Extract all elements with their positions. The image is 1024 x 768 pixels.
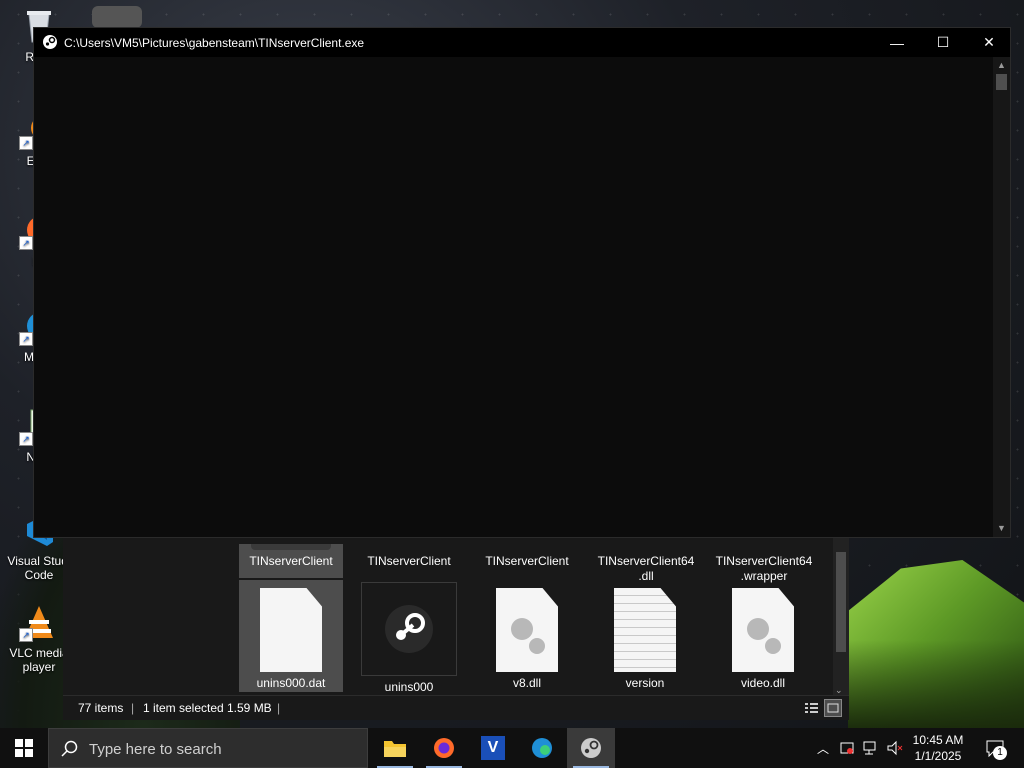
file-item-label: unins000 (384, 680, 434, 694)
status-separator: | (131, 701, 135, 715)
scroll-down-icon[interactable]: ▼ (993, 520, 1010, 537)
windows-logo-icon (15, 739, 33, 757)
veracrypt-icon: V (481, 736, 505, 760)
details-view-icon[interactable] (803, 700, 819, 716)
desktop-icon-partial[interactable] (92, 6, 142, 28)
search-placeholder: Type here to search (89, 741, 222, 758)
taskbar-app-file-explorer[interactable] (371, 728, 419, 768)
scroll-up-icon[interactable]: ▲ (993, 57, 1010, 74)
console-titlebar[interactable]: C:\Users\VM5\Pictures\gabensteam\TINserv… (34, 28, 1010, 57)
clock-time: 10:45 AM (912, 733, 964, 747)
file-item[interactable]: unins000 (357, 580, 461, 694)
firefox-icon (434, 738, 454, 758)
clock-date: 1/1/2025 (914, 749, 962, 763)
tray-app-icon[interactable] (836, 728, 858, 768)
file-item[interactable]: video.dll (711, 580, 815, 692)
close-button[interactable]: ✕ (966, 28, 1012, 57)
network-icon (863, 741, 876, 755)
console-title: C:\Users\VM5\Pictures\gabensteam\TINserv… (64, 36, 365, 50)
start-button[interactable] (0, 728, 48, 768)
explorer-scrollbar-thumb[interactable] (836, 552, 846, 652)
minimize-icon: — (890, 34, 904, 51)
taskbar-search-box[interactable]: Type here to search (48, 728, 368, 768)
file-item[interactable]: v8.dll (475, 580, 579, 692)
action-center-button[interactable]: 1 (980, 728, 1010, 768)
console-output[interactable] (34, 57, 993, 537)
console-scrollbar[interactable]: ▲ ▼ (993, 57, 1010, 537)
status-size: 1.59 MB (227, 701, 272, 715)
file-item-label: version (625, 676, 665, 690)
file-item[interactable]: TINserverClient64 .dll (593, 544, 699, 583)
maximize-button[interactable]: ☐ (920, 28, 966, 57)
network-button[interactable] (860, 728, 882, 768)
show-hidden-icons-button[interactable]: ︿ (812, 728, 834, 768)
file-item-label: TINserverClient64 .wrapper (715, 554, 813, 583)
file-item[interactable]: TINserverClient64 .wrapper (711, 544, 817, 583)
shortcut-arrow-icon: ↗ (19, 332, 33, 346)
explorer-scrollbar[interactable]: ⌄ (833, 538, 849, 696)
taskbar-app-steam[interactable] (567, 728, 615, 768)
volume-button[interactable] (884, 728, 906, 768)
wallpaper-tent-shadow (848, 640, 1024, 730)
taskbar-app-edge[interactable] (518, 728, 566, 768)
taskbar: Type here to search V ︿ 10:45 AM 1/1/202… (0, 728, 1024, 768)
file-item-label: TINserverClient (367, 554, 451, 568)
shortcut-arrow-icon: ↗ (19, 628, 33, 642)
security-icon (840, 742, 854, 754)
blank-document-icon (259, 588, 323, 672)
steam-icon (581, 738, 601, 758)
file-item[interactable]: version (593, 580, 697, 692)
file-item[interactable]: TINserverClient (475, 544, 579, 578)
shortcut-arrow-icon: ↗ (19, 236, 33, 250)
chevron-up-icon: ︿ (816, 741, 829, 756)
vlc-icon: ↗ (19, 602, 59, 642)
file-item-label: unins000.dat (256, 676, 326, 690)
shortcut-arrow-icon: ↗ (19, 432, 33, 446)
console-window[interactable]: C:\Users\VM5\Pictures\gabensteam\TINserv… (33, 27, 1011, 538)
volume-muted-icon (887, 740, 903, 756)
file-explorer-window: TINserverClient TINserverClient TINserve… (63, 538, 849, 720)
minimize-button[interactable]: — (874, 28, 920, 57)
file-item-label: TINserverClient64 .dll (597, 554, 695, 583)
explorer-nav-pane (63, 538, 223, 696)
steam-icon (361, 582, 457, 676)
folder-icon (384, 741, 406, 757)
explorer-file-view: TINserverClient TINserverClient TINserve… (235, 538, 835, 696)
console-scrollbar-thumb[interactable] (996, 74, 1007, 90)
maximize-icon: ☐ (936, 34, 950, 50)
close-icon: ✕ (983, 34, 995, 50)
taskbar-clock[interactable]: 10:45 AM 1/1/2025 (905, 732, 971, 764)
file-item[interactable]: unins000.dat (239, 580, 343, 692)
dll-file-icon (731, 588, 795, 672)
shortcut-arrow-icon: ↗ (19, 136, 33, 150)
file-item[interactable]: TINserverClient (357, 544, 461, 578)
file-item-label: TINserverClient (485, 554, 569, 568)
search-icon (61, 740, 78, 757)
file-item[interactable]: TINserverClient (239, 544, 343, 578)
notification-badge: 1 (993, 746, 1007, 760)
taskbar-app-firefox[interactable] (420, 728, 468, 768)
steam-icon (42, 34, 58, 53)
explorer-status-bar: 77 items | 1 item selected 1.59 MB | (63, 695, 849, 720)
file-item-label: v8.dll (512, 676, 541, 690)
status-separator: | (277, 701, 281, 715)
status-selected: 1 item selected (143, 701, 224, 715)
file-item-label: video.dll (740, 676, 786, 690)
taskbar-app-veracrypt[interactable]: V (469, 728, 517, 768)
edge-icon (532, 738, 552, 758)
dll-file-icon (495, 588, 559, 672)
file-icon-edge (251, 544, 331, 550)
large-icons-view-icon[interactable] (824, 699, 842, 717)
status-item-count: 77 items (78, 701, 124, 715)
text-document-icon (613, 588, 677, 672)
